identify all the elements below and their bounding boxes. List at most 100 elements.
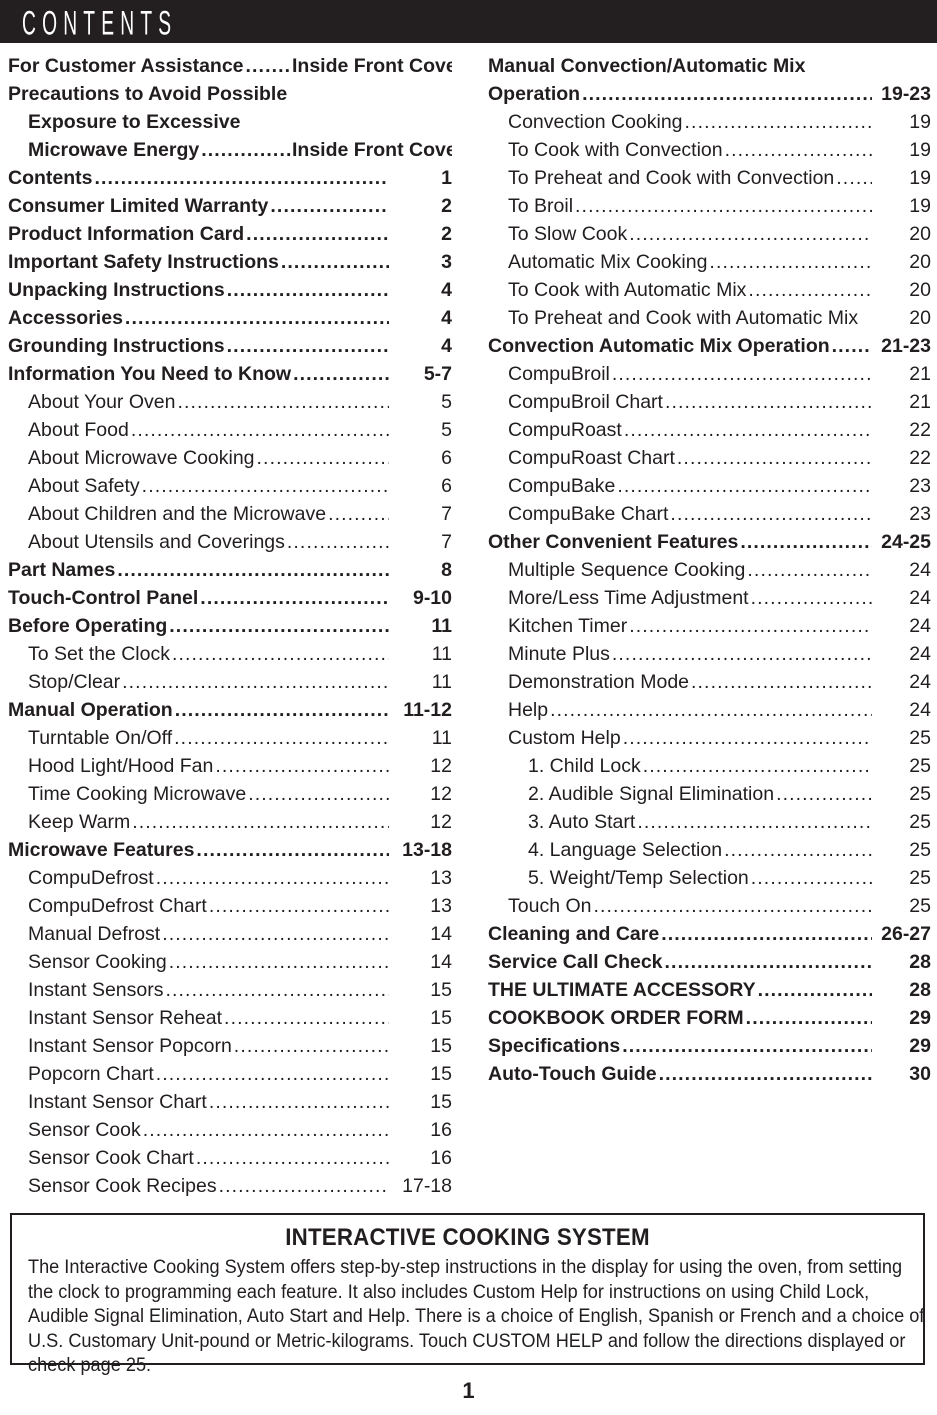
toc-entry[interactable]: Keep Warm 12 [8,808,452,836]
toc-entry[interactable]: Other Convenient Features 24-25 [488,528,931,556]
toc-entry-page-number: 20 [909,307,931,329]
toc-entry[interactable]: Cleaning and Care 26-27 [488,920,931,948]
toc-dot-leader [612,640,872,668]
toc-entry[interactable]: CompuDefrost 13 [8,864,452,892]
toc-entry[interactable]: To Preheat and Cook with Automatic Mix 20 [488,304,931,332]
toc-entry[interactable]: CompuDefrost Chart 13 [8,892,452,920]
toc-entry-label: CompuRoast Chart [508,447,675,469]
toc-entry[interactable]: Information You Need to Know 5-7 [8,360,452,388]
toc-entry-label: CompuBake [508,475,616,497]
toc-entry[interactable]: Convection Cooking 19 [488,108,931,136]
toc-entry[interactable]: CompuBake 23 [488,472,931,500]
toc-entry[interactable]: CompuRoast Chart 22 [488,444,931,472]
toc-entry[interactable]: To Cook with Automatic Mix 20 [488,276,931,304]
toc-entry[interactable]: Microwave Features 13-18 [8,836,452,864]
toc-entry[interactable]: THE ULTIMATE ACCESSORY 28 [488,976,931,1004]
toc-entry[interactable]: Help 24 [488,696,931,724]
toc-entry[interactable]: CompuBroil Chart 21 [488,388,931,416]
toc-entry-page-number: 1 [441,167,452,189]
toc-entry[interactable]: Microwave Energy Inside Front Cover [8,136,452,164]
toc-entry[interactable]: For Customer Assistance Inside Front Cove… [8,52,452,80]
toc-entry[interactable]: Demonstration Mode 24 [488,668,931,696]
toc-entry[interactable]: Part Names 8 [8,556,452,584]
toc-entry[interactable]: Consumer Limited Warranty 2 [8,192,452,220]
toc-entry[interactable]: To Set the Clock 11 [8,640,452,668]
toc-entry[interactable]: Contents 1 [8,164,452,192]
toc-entry[interactable]: Accessories 4 [8,304,452,332]
toc-entry[interactable]: Hood Light/Hood Fan 12 [8,752,452,780]
toc-entry[interactable]: Before Operating 11 [8,612,452,640]
toc-dot-leader [143,1116,389,1144]
toc-entry[interactable]: Auto-Touch Guide 30 [488,1060,931,1088]
toc-entry[interactable]: To Slow Cook 20 [488,220,931,248]
toc-entry[interactable]: Turntable On/Off 11 [8,724,452,752]
toc-entry[interactable]: Sensor Cooking 14 [8,948,452,976]
toc-entry[interactable]: Precautions to Avoid Possible [8,80,452,108]
toc-dot-leader [122,668,389,696]
toc-entry[interactable]: Operation 19-23 [488,80,931,108]
toc-entry[interactable]: CompuBroil 21 [488,360,931,388]
toc-entry[interactable]: Stop/Clear 11 [8,668,452,696]
toc-entry[interactable]: Grounding Instructions 4 [8,332,452,360]
toc-entry[interactable]: Specifications 29 [488,1032,931,1060]
toc-entry-page-number: 11 [431,643,452,665]
toc-entry[interactable]: Instant Sensors 15 [8,976,452,1004]
toc-entry[interactable]: Unpacking Instructions 4 [8,276,452,304]
toc-entry-label: 4. Language Selection [528,839,723,861]
toc-entry[interactable]: 3. Auto Start 25 [488,808,931,836]
toc-entry[interactable]: 1. Child Lock 25 [488,752,931,780]
toc-entry-page-number: 25 [909,867,931,889]
toc-entry[interactable]: To Preheat and Cook with Convection 19 [488,164,931,192]
toc-entry[interactable]: Minute Plus 24 [488,640,931,668]
toc-entry[interactable]: Custom Help 25 [488,724,931,752]
toc-dot-leader [665,948,872,976]
toc-entry[interactable]: 2. Audible Signal Elimination 25 [488,780,931,808]
toc-entry[interactable]: Manual Convection/Automatic Mix [488,52,931,80]
toc-entry[interactable]: 4. Language Selection 25 [488,836,931,864]
toc-entry[interactable]: About Children and the Microwave 7 [8,500,452,528]
toc-entry[interactable]: 5. Weight/Temp Selection 25 [488,864,931,892]
toc-entry[interactable]: Important Safety Instructions 3 [8,248,452,276]
toc-entry[interactable]: About Utensils and Coverings 7 [8,528,452,556]
toc-entry-page-number: 14 [430,951,452,973]
toc-entry[interactable]: Popcorn Chart 15 [8,1060,452,1088]
toc-entry-label: Sensor Cooking [28,951,167,973]
toc-entry-page-number: 9-10 [412,587,452,609]
toc-entry[interactable]: To Broil 19 [488,192,931,220]
toc-entry[interactable]: To Cook with Convection 19 [488,136,931,164]
toc-entry[interactable]: About Safety 6 [8,472,452,500]
toc-entry[interactable]: Product Information Card 2 [8,220,452,248]
toc-entry[interactable]: Touch On 25 [488,892,931,920]
toc-entry[interactable]: About Microwave Cooking 6 [8,444,452,472]
toc-entry[interactable]: Kitchen Timer 24 [488,612,931,640]
toc-entry[interactable]: Instant Sensor Chart 15 [8,1088,452,1116]
toc-entry[interactable]: CompuBake Chart 23 [488,500,931,528]
toc-entry[interactable]: More/Less Time Adjustment 24 [488,584,931,612]
toc-entry[interactable]: Service Call Check 28 [488,948,931,976]
toc-entry[interactable]: Instant Sensor Reheat 15 [8,1004,452,1032]
toc-entry[interactable]: Multiple Sequence Cooking 24 [488,556,931,584]
toc-entry[interactable]: COOKBOOK ORDER FORM 29 [488,1004,931,1032]
toc-entry[interactable]: Manual Operation 11-12 [8,696,452,724]
toc-entry[interactable]: About Your Oven 5 [8,388,452,416]
toc-entry[interactable]: Convection Automatic Mix Operation 21-23 [488,332,931,360]
toc-entry[interactable]: CompuRoast 22 [488,416,931,444]
toc-entry-label: Before Operating [8,615,168,637]
toc-entry[interactable]: Sensor Cook Recipes 17-18 [8,1172,452,1200]
toc-entry-page-number: 12 [430,755,452,777]
toc-entry-label: Demonstration Mode [508,671,690,693]
toc-dot-leader [751,864,872,892]
toc-dot-leader [624,416,872,444]
toc-entry[interactable]: Exposure to Excessive [8,108,452,136]
toc-entry-label: THE ULTIMATE ACCESSORY [488,979,756,1001]
toc-entry[interactable]: Automatic Mix Cooking 20 [488,248,931,276]
toc-entry[interactable]: Time Cooking Microwave 12 [8,780,452,808]
toc-entry[interactable]: Manual Defrost 14 [8,920,452,948]
toc-entry[interactable]: Instant Sensor Popcorn 15 [8,1032,452,1060]
toc-entry[interactable]: Sensor Cook 16 [8,1116,452,1144]
toc-dot-leader [677,444,872,472]
toc-entry[interactable]: Touch-Control Panel 9-10 [8,584,452,612]
toc-entry-label: Microwave Features [8,839,195,861]
toc-entry[interactable]: Sensor Cook Chart 16 [8,1144,452,1172]
toc-entry[interactable]: About Food 5 [8,416,452,444]
